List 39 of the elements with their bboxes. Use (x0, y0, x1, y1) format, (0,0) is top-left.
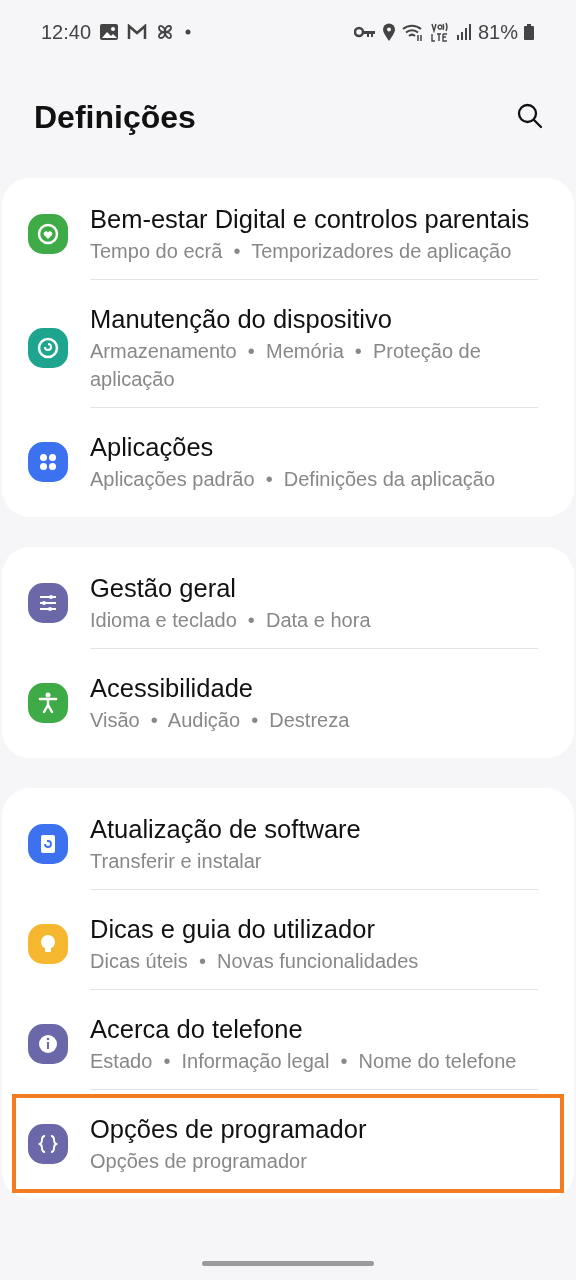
settings-item[interactable]: Bem-estar Digital e controlos parentais Tempo do ecrã • Temporizadores de aplicação (12, 184, 564, 284)
item-subtitle: Opções de programador (90, 1149, 308, 1174)
item-subtitle: Visão • Audição • Destreza (90, 708, 351, 733)
settings-item[interactable]: Atualização de software Transferir e instalar (12, 794, 564, 894)
item-subtitle: Dicas úteis • Novas funcionalidades (90, 949, 420, 974)
item-subtitle: Aplicações padrão • Definições da aplicação (90, 467, 497, 492)
item-title: Dicas e guia do utilizador (90, 914, 376, 945)
mail-icon (127, 24, 148, 40)
key-icon (353, 26, 376, 38)
settings-item[interactable]: Gestão geral Idioma e teclado • Data e hora (12, 553, 564, 653)
item-title: Opções de programador (90, 1114, 368, 1145)
item-title: Aplicações (90, 432, 215, 463)
settings-item[interactable]: Dicas e guia do utilizador Dicas úteis • Novas funcionalidades (12, 894, 564, 994)
volte-icon (429, 22, 450, 42)
item-subtitle: Armazenamento • Memória • Proteção de aplicação (90, 339, 482, 392)
item-subtitle: Idioma e teclado • Data e hora (90, 608, 372, 633)
search-icon[interactable] (516, 102, 544, 130)
item-title: Acerca do telefone (90, 1014, 304, 1045)
settings-item[interactable]: Aplicações Aplicações padrão • Definições da aplicação (12, 412, 564, 511)
item-title: Gestão geral (90, 573, 237, 604)
settings-item[interactable]: Acerca do telefone Estado • Informação legal • Nome do telefone (12, 994, 564, 1094)
settings-item[interactable]: Acessibilidade Visão • Audição • Destreza (12, 653, 564, 752)
gallery-icon (99, 23, 120, 41)
wifi-icon (401, 23, 424, 41)
item-subtitle: Estado • Informação legal • Nome do telefone (90, 1049, 518, 1074)
item-title: Manutenção do dispositivo (90, 304, 393, 335)
clock: 12:40 (41, 20, 92, 45)
settings-item[interactable]: Manutenção do dispositivo Armazenamento • Memória • Proteção de aplicação (12, 284, 564, 412)
item-subtitle: Transferir e instalar (90, 849, 263, 874)
settings-item[interactable]: Opções de programador Opções de programador (12, 1094, 564, 1193)
item-title: Bem-estar Digital e controlos parentais (90, 204, 531, 235)
signal-icon (455, 24, 472, 40)
item-title: Acessibilidade (90, 673, 254, 704)
location-icon (381, 23, 396, 41)
page-title: Definições (34, 98, 196, 137)
item-subtitle: Tempo do ecrã • Temporizadores de aplicação (90, 239, 513, 264)
battery-icon (524, 24, 534, 40)
battery-percentage: 81% (477, 20, 518, 45)
item-title: Atualização de software (90, 814, 362, 845)
